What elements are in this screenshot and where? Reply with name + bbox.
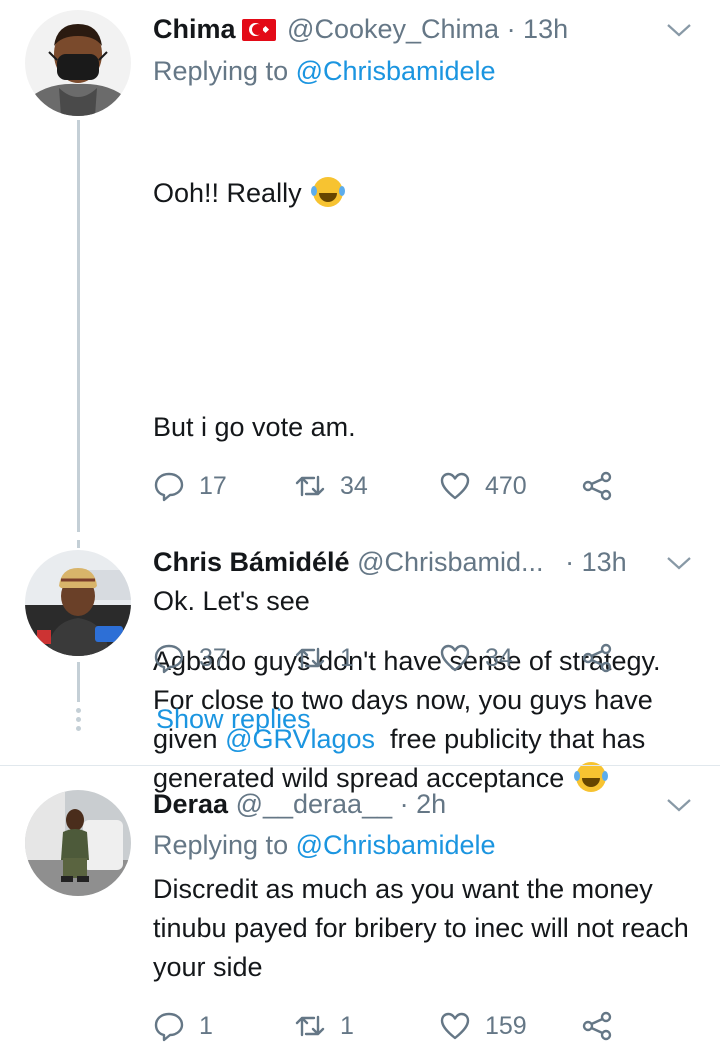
heart-icon — [440, 644, 470, 672]
heart-icon — [440, 1012, 470, 1040]
share-icon — [582, 643, 612, 673]
heart-icon — [440, 472, 470, 500]
thread-line — [77, 662, 80, 702]
thread-line — [77, 120, 80, 532]
tweet-header: Chris Bámidélé @Chrisbamid... · 13h — [153, 545, 627, 579]
timestamp[interactable]: · 13h — [507, 14, 569, 44]
display-name[interactable]: Chris Bámidélé — [153, 547, 350, 577]
reply-button[interactable]: 37 — [153, 640, 227, 676]
handle[interactable]: @Chrisbamid... — [357, 547, 543, 577]
retweet-icon — [295, 1015, 325, 1037]
reply-button[interactable]: 17 — [153, 468, 227, 504]
like-count: 159 — [485, 1011, 527, 1040]
mention-link[interactable]: @Chrisbamidele — [296, 56, 496, 86]
thread-line — [77, 540, 80, 548]
timestamp[interactable]: · 2h — [400, 789, 447, 819]
share-button[interactable] — [581, 1008, 613, 1044]
tweet-actions: 37 1 34 — [153, 640, 623, 676]
chevron-down-icon[interactable] — [666, 555, 692, 571]
share-icon — [582, 471, 612, 501]
like-count: 34 — [485, 643, 513, 672]
replying-to: Replying to @Chrisbamidele — [153, 56, 496, 86]
retweet-button[interactable]: 1 — [294, 1008, 354, 1044]
chevron-down-icon[interactable] — [666, 797, 692, 813]
retweet-count: 1 — [340, 1011, 354, 1040]
replying-to: Replying to @Chrisbamidele — [153, 830, 496, 860]
tweet-text: Ok. Let's see — [153, 586, 310, 616]
like-count: 470 — [485, 471, 527, 500]
chevron-down-icon[interactable] — [666, 22, 692, 38]
avatar[interactable] — [25, 10, 131, 116]
reply-count: 17 — [199, 471, 227, 500]
avatar[interactable] — [25, 550, 131, 656]
retweet-count: 1 — [340, 643, 354, 672]
tweet-header: Chima @Cookey_Chima · 13h — [153, 12, 568, 46]
like-button[interactable]: 34 — [439, 640, 513, 676]
retweet-icon — [295, 647, 325, 669]
tweet-actions: 1 1 159 — [153, 1008, 623, 1044]
like-button[interactable]: 470 — [439, 468, 527, 504]
mention-link[interactable]: @Chrisbamidele — [296, 830, 496, 860]
reply-icon — [154, 1012, 184, 1042]
more-replies-dots — [76, 708, 81, 735]
tweet-header: Deraa @__deraa__ · 2h — [153, 787, 446, 821]
share-button[interactable] — [581, 468, 613, 504]
handle[interactable]: @__deraa__ — [236, 789, 393, 819]
timestamp[interactable]: · 13h — [565, 547, 627, 577]
share-button[interactable] — [581, 640, 613, 676]
display-name[interactable]: Deraa — [153, 789, 228, 819]
reply-count: 37 — [199, 643, 227, 672]
show-replies-link[interactable]: Show replies — [156, 704, 311, 735]
turkey-flag-icon — [241, 19, 276, 41]
share-icon — [582, 1011, 612, 1041]
tweet-text: Discredit as much as you want the money … — [153, 874, 697, 982]
like-button[interactable]: 159 — [439, 1008, 527, 1044]
tears-of-joy-emoji-icon — [311, 177, 344, 207]
divider — [0, 765, 720, 766]
retweet-icon — [295, 475, 325, 497]
retweet-button[interactable]: 34 — [294, 468, 368, 504]
avatar[interactable] — [25, 790, 131, 896]
reply-icon — [154, 644, 184, 674]
reply-count: 1 — [199, 1011, 213, 1040]
display-name[interactable]: Chima — [153, 14, 236, 44]
reply-button[interactable]: 1 — [153, 1008, 213, 1044]
retweet-button[interactable]: 1 — [294, 640, 354, 676]
retweet-count: 34 — [340, 471, 368, 500]
reply-icon — [154, 472, 184, 502]
handle[interactable]: @Cookey_Chima — [287, 14, 499, 44]
tears-of-joy-emoji-icon — [573, 762, 606, 792]
tweet-actions: 17 34 470 — [153, 468, 623, 504]
